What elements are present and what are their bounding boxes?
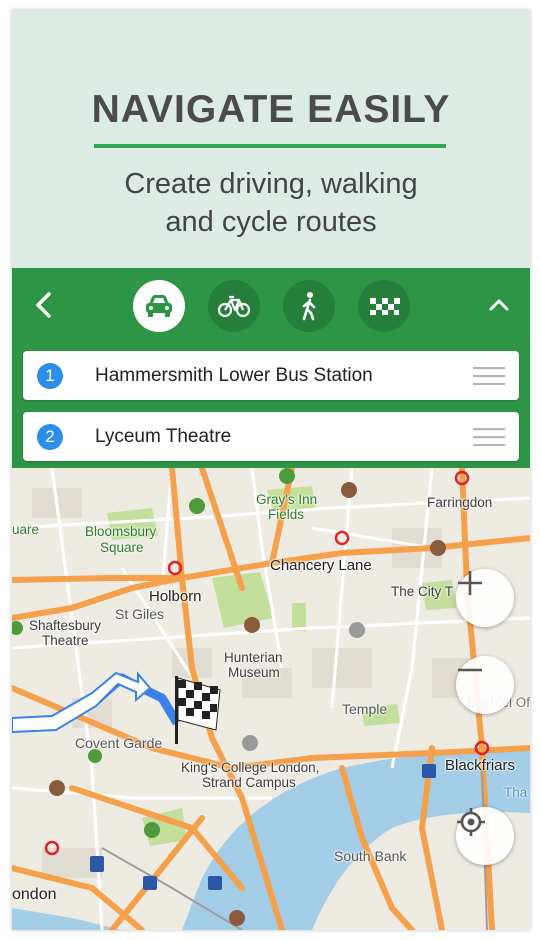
bike-icon [217,295,251,318]
map-label: The City T [391,584,454,599]
map-label: Strand Campus [202,775,296,790]
map-label: Tha [504,785,528,800]
map-label: King's College London, [181,760,320,775]
map-label: Museum [228,665,280,680]
map-label: Square [100,540,144,555]
park [292,603,306,631]
plus-icon [458,571,482,595]
map-label: Covent Garde [75,735,163,751]
app-screen: NAVIGATE EASILY Create driving, walking … [12,10,530,930]
mode-taxi-button[interactable] [358,280,410,332]
map-view[interactable]: Farringdon Gray's Inn Fields Bloomsbury … [12,468,530,930]
stop-number-badge: 2 [37,424,63,450]
map-label: Shaftesbury [29,618,102,633]
crosshair-icon [457,808,485,836]
mode-car-button[interactable] [133,280,185,332]
reorder-handle-icon[interactable] [473,367,505,386]
route-stop-2[interactable]: 2 Lyceum Theatre [23,412,519,461]
promo-subtitle-line2: and cycle routes [165,206,377,238]
taxi-icon [370,298,400,315]
route-panel: 1 Hammersmith Lower Bus Station 2 Lyceum… [12,268,530,468]
walk-icon [302,292,316,321]
chevron-up-icon [489,299,509,311]
reorder-handle-icon[interactable] [473,428,505,447]
zoom-in-button[interactable] [456,569,514,627]
car-icon [146,295,172,317]
map-label: Chancery Lane [270,557,372,574]
my-location-button[interactable] [456,807,514,865]
mode-bike-button[interactable] [208,280,260,332]
title-underline [94,144,446,148]
promo-subtitle: Create driving, walking and cycle routes [12,165,530,241]
map-label: Theatre [42,633,89,648]
stop-number-badge: 1 [37,363,63,389]
map-label: uare [12,522,40,537]
map-label: St Giles [115,606,165,622]
map-label: Hunterian [224,650,283,665]
stop-name: Lyceum Theatre [95,426,232,447]
park [212,572,274,628]
map-label: ondon [12,886,57,903]
map-label: Blackfriars [445,757,516,774]
promo-subtitle-line1: Create driving, walking [124,168,418,200]
promo-header: NAVIGATE EASILY Create driving, walking … [12,10,530,268]
map-label: Holborn [149,588,202,605]
map-label: Farringdon [427,495,493,510]
stop-name: Hammersmith Lower Bus Station [95,365,373,386]
minus-icon [458,668,482,672]
route-stop-1[interactable]: 1 Hammersmith Lower Bus Station [23,351,519,400]
map-label: Fields [268,507,305,522]
collapse-panel-button[interactable] [486,294,512,316]
mode-walk-button[interactable] [283,280,335,332]
map-label: Temple [342,701,388,717]
zoom-out-button[interactable] [456,656,514,714]
map-label: South Bank [334,848,407,864]
river-thames [12,908,122,930]
map-label: Bloomsbury [85,524,157,539]
chevron-left-icon [36,292,51,318]
promo-title: NAVIGATE EASILY [91,88,451,131]
back-button[interactable] [30,290,60,320]
map-label: Gray's Inn [256,492,318,507]
